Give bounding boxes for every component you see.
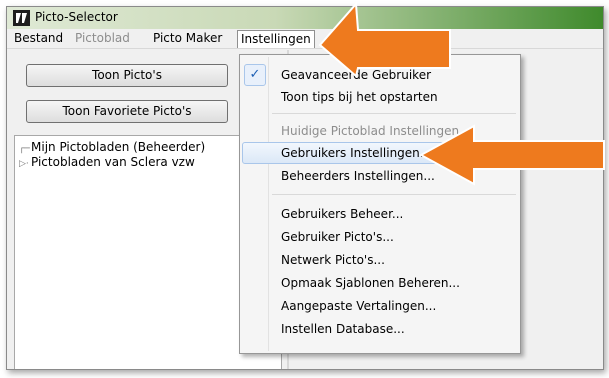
window-title: Picto-Selector [35, 10, 118, 24]
menu-bestand[interactable]: Bestand [11, 30, 66, 48]
menu-item-show-tips[interactable]: Toon tips bij het opstarten [242, 86, 518, 108]
menu-item-user-pictos[interactable]: Gebruiker Picto's... [242, 226, 518, 248]
tree-node-label: Mijn Pictobladen (Beheerder) [31, 140, 206, 154]
menu-item-network-pictos[interactable]: Netwerk Picto's... [242, 249, 518, 271]
annotation-arrow-icon [318, 1, 451, 78]
menu-instellingen[interactable]: Instellingen [237, 30, 315, 48]
menu-item-user-management[interactable]: Gebruikers Beheer... [242, 203, 518, 225]
picto-selector-app-icon [13, 10, 30, 26]
annotation-arrow-icon [418, 124, 605, 186]
show-pictos-button[interactable]: Toon Picto's [26, 64, 228, 87]
title-bar[interactable]: Picto-Selector [7, 7, 603, 29]
tree-node-my-pictoblades[interactable]: ┌─Mijn Pictobladen (Beheerder) [19, 139, 205, 155]
menu-separator [272, 113, 516, 114]
menu-bar: Bestand Pictoblad Picto Maker Instelling… [7, 29, 603, 49]
menu-item-database-setup[interactable]: Instellen Database... [242, 318, 518, 340]
menu-separator [272, 194, 516, 195]
tree-node-sclera-pictoblades[interactable]: ▷· Pictobladen van Sclera vzw [19, 154, 195, 170]
expand-triangle-icon[interactable]: ▷· [19, 156, 31, 172]
show-favorite-pictos-button[interactable]: Toon Favoriete Picto's [26, 100, 228, 123]
tree-node-label: Pictobladen van Sclera vzw [31, 155, 195, 169]
menu-item-manage-templates[interactable]: Opmaak Sjablonen Beheren... [242, 272, 518, 294]
menu-picto-maker[interactable]: Picto Maker [150, 30, 225, 48]
menu-pictoblad[interactable]: Pictoblad [72, 30, 133, 48]
instellingen-dropdown-menu: ✓ Geavanceerde Gebruiker Toon tips bij h… [239, 54, 521, 354]
app-window: Picto-Selector Bestand Pictoblad Picto M… [6, 6, 604, 370]
menu-item-custom-translations[interactable]: Aangepaste Vertalingen... [242, 295, 518, 317]
left-panel: Toon Picto's Toon Favoriete Picto's ┌─Mi… [7, 50, 282, 369]
